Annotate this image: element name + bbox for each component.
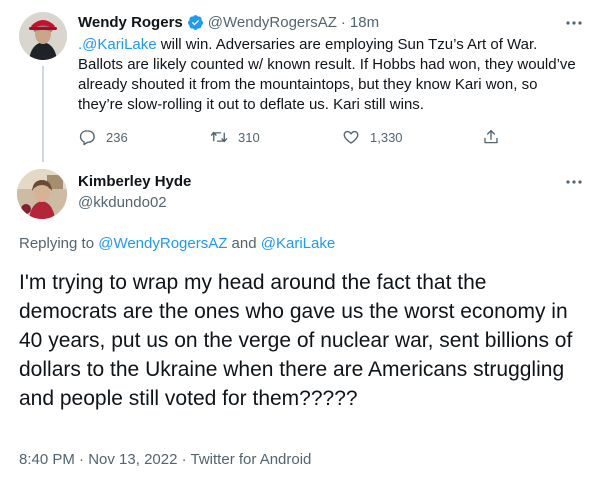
reply-count: 236 — [106, 129, 128, 145]
header-separator: · — [340, 13, 346, 31]
tweet-source: Twitter for Android — [190, 451, 312, 468]
kimberley-hyde-avatar[interactable] — [17, 169, 67, 219]
retweet-count: 310 — [238, 129, 260, 145]
share-button[interactable] — [482, 126, 500, 148]
like-count: 1,330 — [370, 129, 403, 145]
tweet-metadata: 8:40 PM · Nov 13, 2022 · Twitter for And… — [19, 451, 311, 468]
parent-tweet-actions: 236 310 1,330 — [78, 126, 518, 148]
parent-author-handle[interactable]: @WendyRogersAZ — [208, 14, 337, 31]
like-button[interactable]: 1,330 — [342, 126, 403, 148]
like-icon — [343, 130, 359, 144]
more-icon[interactable] — [564, 13, 584, 33]
thread-connector-line — [42, 66, 44, 162]
parent-tweet-time[interactable]: 18m — [350, 14, 379, 31]
replying-to-line: Replying to @WendyRogersAZ and @KariLake — [19, 235, 335, 252]
mention-link[interactable]: .@KariLake — [78, 36, 157, 53]
parent-tweet-text: .@KariLake will win. Adversaries are emp… — [78, 35, 578, 115]
meta-separator: · — [177, 451, 191, 468]
parent-author-name[interactable]: Wendy Rogers — [78, 14, 183, 31]
reply-icon — [79, 130, 95, 146]
parent-tweet-header: Wendy Rogers @WendyRogersAZ · 18m — [78, 12, 379, 32]
main-tweet-text: I'm trying to wrap my head around the fa… — [19, 271, 573, 410]
meta-separator: · — [74, 451, 89, 468]
retweet-button[interactable]: 310 — [210, 126, 260, 148]
main-author-handle[interactable]: @kkdundo02 — [78, 194, 167, 211]
wendy-rogers-avatar[interactable] — [19, 12, 67, 60]
share-icon — [484, 129, 498, 144]
tweet-time[interactable]: 8:40 PM — [19, 451, 75, 468]
tweet-thread: Wendy Rogers @WendyRogersAZ · 18m .@Kari… — [0, 0, 595, 481]
tweet-date[interactable]: Nov 13, 2022 — [88, 451, 177, 468]
replying-user-link[interactable]: @WendyRogersAZ — [98, 235, 227, 252]
more-icon[interactable] — [564, 172, 584, 192]
retweet-icon — [210, 131, 228, 143]
replying-and: and — [227, 235, 261, 252]
verified-badge-icon — [187, 14, 204, 31]
reply-button[interactable]: 236 — [78, 126, 128, 148]
main-author-name[interactable]: Kimberley Hyde — [78, 173, 191, 190]
replying-prefix: Replying to — [19, 235, 99, 252]
replying-user-link[interactable]: @KariLake — [261, 235, 335, 252]
